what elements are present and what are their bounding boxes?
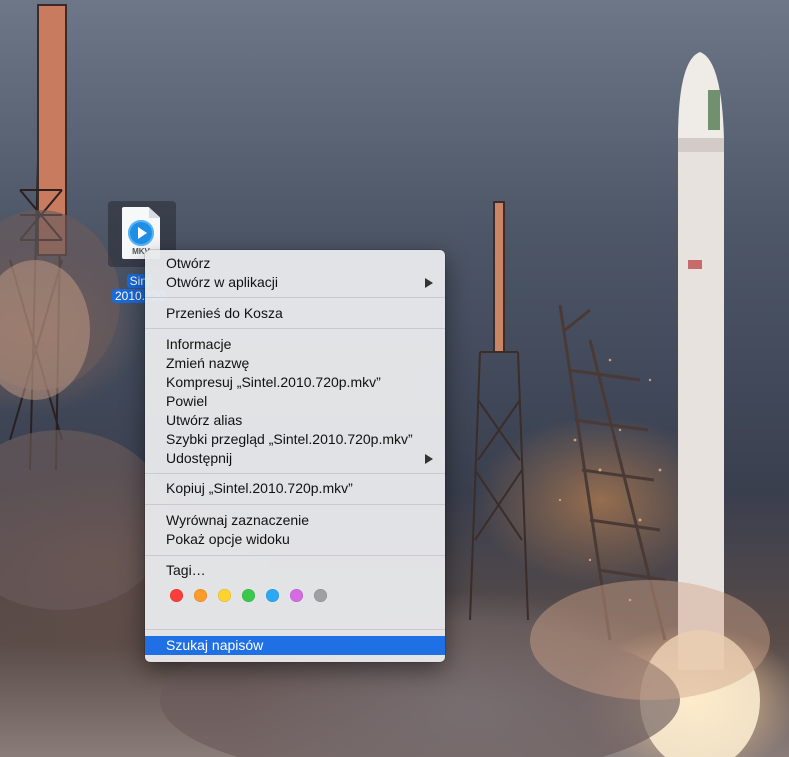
tag-blue-dot[interactable] bbox=[266, 589, 279, 602]
menu-separator bbox=[145, 504, 445, 505]
tag-green-dot[interactable] bbox=[242, 589, 255, 602]
menu-item-show-view-options[interactable]: Pokaż opcje widoku bbox=[145, 530, 445, 549]
menu-item-make-alias[interactable]: Utwórz alias bbox=[145, 411, 445, 430]
context-menu: Otwórz Otwórz w aplikacji Przenieś do Ko… bbox=[145, 250, 445, 662]
tag-orange-dot[interactable] bbox=[194, 589, 207, 602]
menu-item-quick-look[interactable]: Szybki przegląd „Sintel.2010.720p.mkv” bbox=[145, 430, 445, 449]
submenu-arrow-icon bbox=[425, 278, 433, 288]
menu-item-compress[interactable]: Kompresuj „Sintel.2010.720p.mkv” bbox=[145, 373, 445, 392]
menu-item-duplicate[interactable]: Powiel bbox=[145, 392, 445, 411]
submenu-arrow-icon bbox=[425, 454, 433, 464]
menu-separator bbox=[145, 629, 445, 630]
desktop-wallpaper: MKV Sint 2010.720 Otwórz Otwórz w aplika… bbox=[0, 0, 789, 757]
menu-item-get-info[interactable]: Informacje bbox=[145, 335, 445, 354]
menu-separator bbox=[145, 328, 445, 329]
play-icon bbox=[128, 220, 154, 246]
tag-yellow-dot[interactable] bbox=[218, 589, 231, 602]
menu-item-tags[interactable]: Tagi… bbox=[145, 561, 445, 580]
page-fold bbox=[149, 207, 160, 218]
tag-gray-dot[interactable] bbox=[314, 589, 327, 602]
menu-item-open-with-label: Otwórz w aplikacji bbox=[166, 274, 279, 290]
menu-item-share-label: Udostępnij bbox=[166, 450, 233, 466]
menu-item-move-to-trash[interactable]: Przenieś do Kosza bbox=[145, 304, 445, 323]
menu-separator bbox=[145, 555, 445, 556]
menu-item-rename[interactable]: Zmień nazwę bbox=[145, 354, 445, 373]
menu-item-open[interactable]: Otwórz bbox=[145, 254, 445, 273]
menu-item-share[interactable]: Udostępnij bbox=[145, 449, 445, 468]
menu-separator bbox=[145, 297, 445, 298]
tag-purple-dot[interactable] bbox=[290, 589, 303, 602]
tag-red-dot[interactable] bbox=[170, 589, 183, 602]
menu-item-clean-up[interactable]: Wyrównaj zaznaczenie bbox=[145, 511, 445, 530]
menu-item-find-subtitles[interactable]: Szukaj napisów bbox=[145, 636, 445, 655]
menu-separator bbox=[145, 473, 445, 474]
menu-item-open-with[interactable]: Otwórz w aplikacji bbox=[145, 273, 445, 292]
menu-item-copy[interactable]: Kopiuj „Sintel.2010.720p.mkv” bbox=[145, 479, 445, 498]
